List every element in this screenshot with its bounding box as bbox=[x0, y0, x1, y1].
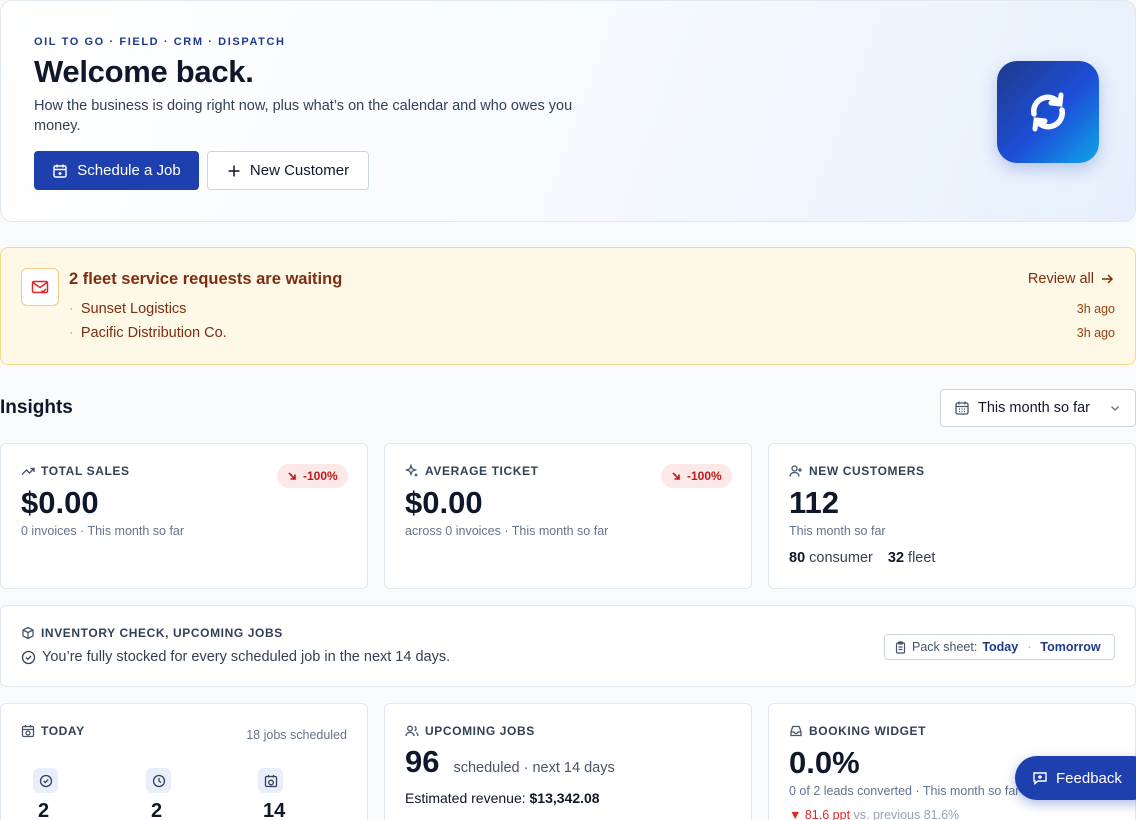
today-scheduled: 18 jobs scheduled bbox=[246, 728, 347, 742]
mail-check-icon bbox=[21, 268, 59, 306]
clock-icon bbox=[146, 768, 171, 793]
average-ticket-note: across 0 invoices · This month so far bbox=[405, 524, 609, 538]
fleet-label: fleet bbox=[908, 550, 936, 566]
hero-eyebrow: OIL TO GO · FIELD · CRM · DISPATCH bbox=[34, 36, 286, 48]
calendar-clock-icon bbox=[21, 725, 35, 738]
trending-up-icon bbox=[21, 467, 35, 475]
customer-split: 80 consumer 32 fleet bbox=[789, 550, 935, 566]
review-all-label: Review all bbox=[1027, 271, 1094, 287]
arrow-down-right-icon bbox=[672, 472, 680, 480]
upcoming-jobs-label: UPCOMING JOBS bbox=[425, 724, 535, 738]
hero-subtitle: How the business is doing right now, plu… bbox=[34, 98, 573, 134]
total-sales-note: 0 invoices · This month so far bbox=[21, 524, 185, 538]
chevron-down-icon bbox=[1111, 406, 1119, 411]
new-customers-note: This month so far bbox=[789, 524, 886, 538]
clipboard-icon bbox=[895, 640, 906, 654]
message-plus-icon bbox=[1033, 772, 1047, 785]
average-ticket-value: $0.00 bbox=[405, 485, 483, 520]
inbox-icon bbox=[790, 725, 802, 737]
sparkle-icon bbox=[405, 464, 418, 477]
request-name: Sunset Logistics bbox=[69, 301, 187, 317]
new-customers-card[interactable]: NEW CUSTOMERS 112 This month so far 80 c… bbox=[768, 443, 1136, 589]
inventory-check-card: INVENTORY CHECK, UPCOMING JOBS You’re fu… bbox=[0, 605, 1136, 687]
status-badge: -100% bbox=[277, 464, 348, 488]
consumer-count: 80 bbox=[789, 550, 806, 566]
request-name: Pacific Distribution Co. bbox=[69, 325, 227, 341]
today-completed-value: 2 bbox=[38, 800, 50, 820]
request-time: 3h ago bbox=[1076, 302, 1115, 316]
booking-widget-note: 0 of 2 leads converted · This month so f… bbox=[789, 784, 1020, 798]
total-sales-card[interactable]: TOTAL SALES -100% $0.00 0 invoices · Thi… bbox=[0, 443, 368, 589]
new-customers-label: NEW CUSTOMERS bbox=[809, 464, 925, 478]
average-ticket-label: AVERAGE TICKET bbox=[425, 464, 539, 478]
insights-heading: Insights bbox=[0, 397, 73, 418]
feedback-button[interactable]: Feedback bbox=[1015, 756, 1136, 800]
date-range-value: This month so far bbox=[978, 400, 1091, 416]
new-customer-label: New Customer bbox=[249, 162, 350, 179]
today-in-progress-value: 2 bbox=[151, 800, 163, 820]
booking-widget-value: 0.0% bbox=[789, 745, 860, 780]
list-item[interactable]: Sunset Logistics 3h ago bbox=[69, 301, 1115, 317]
booking-trend-note: vs. previous 81.6% bbox=[853, 808, 960, 820]
today-label: TODAY bbox=[41, 724, 85, 738]
revenue-label: Estimated revenue: bbox=[405, 790, 526, 806]
inventory-message: You’re fully stocked for every scheduled… bbox=[42, 649, 451, 665]
date-range-select[interactable]: This month so far bbox=[940, 389, 1136, 427]
today-upcoming-value: 14 bbox=[263, 800, 286, 820]
check-circle-icon bbox=[33, 768, 58, 793]
calendar-plus-icon bbox=[53, 164, 67, 178]
fleet-count: 32 bbox=[887, 550, 905, 566]
sync-arrows-icon bbox=[997, 61, 1099, 163]
package-icon bbox=[22, 626, 34, 640]
total-sales-label: TOTAL SALES bbox=[41, 464, 130, 478]
total-sales-value: $0.00 bbox=[21, 485, 99, 520]
user-plus-icon bbox=[789, 465, 802, 477]
pack-sheet-today-link[interactable]: Today bbox=[982, 640, 1018, 654]
upcoming-jobs-value: 96 bbox=[405, 744, 440, 779]
calendar-icon bbox=[955, 401, 969, 415]
pack-sheet-label: Pack sheet: bbox=[912, 640, 978, 654]
consumer-label: consumer bbox=[809, 550, 873, 566]
average-ticket-card[interactable]: AVERAGE TICKET -100% $0.00 across 0 invo… bbox=[384, 443, 752, 589]
users-icon bbox=[405, 725, 419, 737]
total-sales-change: -100% bbox=[303, 469, 338, 483]
inventory-label: INVENTORY CHECK, UPCOMING JOBS bbox=[41, 626, 283, 640]
status-badge: -100% bbox=[661, 464, 732, 488]
plus-icon bbox=[228, 165, 240, 176]
new-customer-button[interactable]: New Customer bbox=[207, 151, 369, 190]
check-circle-icon bbox=[21, 650, 36, 664]
pack-sheet-control: Pack sheet: Today · Tomorrow bbox=[884, 634, 1115, 660]
upcoming-jobs-suffix: scheduled · next 14 days bbox=[453, 760, 615, 776]
booking-widget-label: BOOKING WIDGET bbox=[809, 724, 927, 738]
arrow-down-right-icon bbox=[288, 472, 296, 480]
new-customers-value: 112 bbox=[789, 485, 840, 520]
booking-trend-value: 81.6 ppt bbox=[804, 808, 851, 820]
request-time: 3h ago bbox=[1076, 326, 1115, 340]
calendar-clock-icon bbox=[258, 768, 283, 793]
review-all-link[interactable]: Review all bbox=[1028, 271, 1114, 287]
today-upcoming-stat: 14 bbox=[258, 768, 285, 820]
feedback-label: Feedback bbox=[1056, 769, 1122, 787]
today-completed-stat: 2 bbox=[33, 768, 58, 820]
schedule-job-button[interactable]: Schedule a Job bbox=[34, 151, 199, 190]
today-in-progress-stat: 2 bbox=[146, 768, 171, 820]
booking-trend: ▼ 81.6 ppt vs. previous 81.6% bbox=[789, 808, 959, 820]
page-title: Welcome back. bbox=[34, 54, 254, 89]
revenue-value: $13,342.08 bbox=[529, 790, 600, 806]
upcoming-jobs-card[interactable]: UPCOMING JOBS 96 scheduled · next 14 day… bbox=[384, 703, 752, 820]
today-card[interactable]: TODAY 18 jobs scheduled 2 2 14 bbox=[0, 703, 368, 820]
pack-sheet-tomorrow-link[interactable]: Tomorrow bbox=[1040, 640, 1100, 654]
list-item[interactable]: Pacific Distribution Co. 3h ago bbox=[69, 325, 1115, 341]
schedule-job-label: Schedule a Job bbox=[77, 162, 181, 179]
welcome-hero: OIL TO GO · FIELD · CRM · DISPATCH Welco… bbox=[0, 0, 1136, 222]
average-ticket-change: -100% bbox=[687, 469, 722, 483]
alert-title: 2 fleet service requests are waiting bbox=[69, 270, 343, 288]
arrow-right-icon bbox=[1102, 274, 1114, 284]
triangle-down-icon: ▼ bbox=[789, 808, 802, 820]
